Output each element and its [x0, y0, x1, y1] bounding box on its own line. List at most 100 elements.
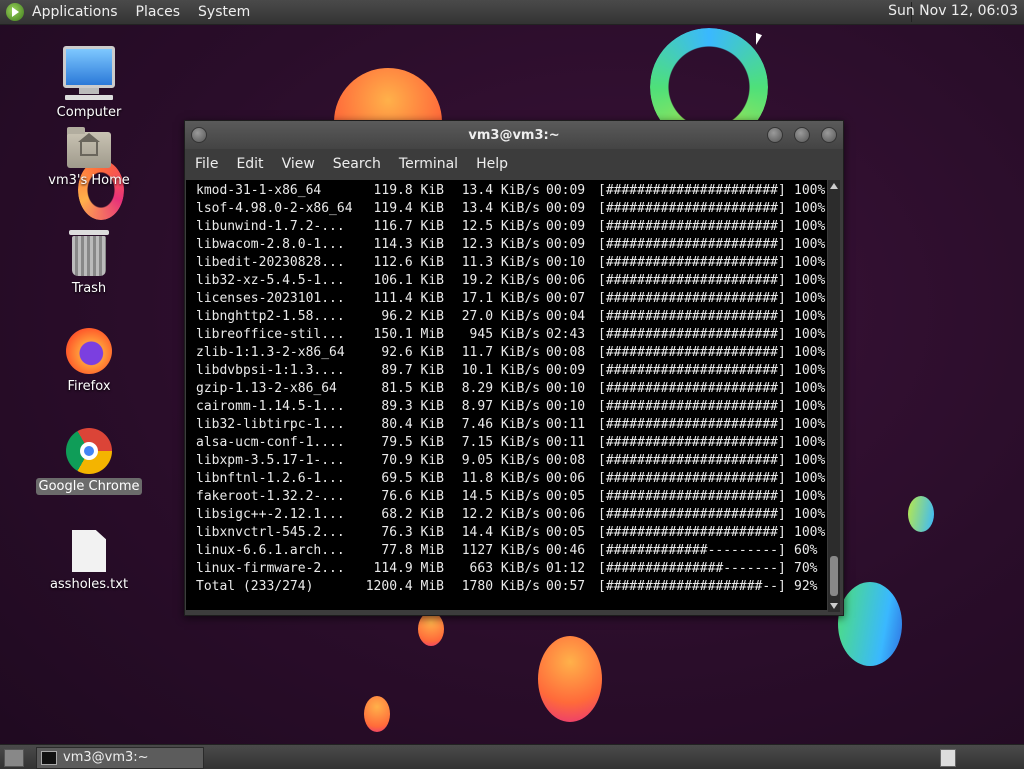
terminal-scrollbar[interactable]	[828, 180, 840, 612]
terminal-name: libedit-20230828...	[196, 255, 345, 270]
terminal-time: 00:07	[546, 291, 586, 306]
terminal-line: linux-6.6.1.arch... 77.8 MiB 1127 KiB/s 00:…	[196, 542, 826, 560]
distro-logo-icon[interactable]	[6, 3, 24, 21]
maximize-button[interactable]	[794, 127, 810, 143]
wallpaper-small-green-oval	[908, 496, 934, 532]
terminal-pct: 70%	[794, 561, 818, 576]
terminal-rate: 14.5 KiB/s	[461, 489, 540, 504]
terminal-rate: 13.4 KiB/s	[461, 183, 540, 198]
terminal-rate: 13.4 KiB/s	[461, 201, 540, 216]
desktop-icon-firefox[interactable]: Firefox	[34, 328, 144, 395]
terminal-rate: 7.15 KiB/s	[461, 435, 540, 450]
terminal-name: libxpm-3.5.17-1-...	[196, 453, 345, 468]
terminal-size: 111.4 KiB	[373, 291, 444, 306]
desktop-icon-chrome[interactable]: Google Chrome	[34, 428, 144, 495]
menu-places[interactable]: Places	[136, 4, 181, 20]
terminal-name: libnftnl-1.2.6-1...	[196, 471, 345, 486]
menu-help[interactable]: Help	[476, 156, 508, 172]
terminal-rate: 19.2 KiB/s	[461, 273, 540, 288]
wallpaper-small-orange-oval	[418, 612, 444, 646]
terminal-bar: [######################]	[598, 435, 786, 450]
menu-search[interactable]: Search	[333, 156, 381, 172]
terminal-size: 1200.4 MiB	[365, 579, 444, 594]
terminal-bar: [######################]	[598, 273, 786, 288]
terminal-line: kmod-31-1-x86_64 119.8 KiB 13.4 KiB/s 00:09…	[196, 182, 826, 200]
desktop-icon-label: Firefox	[67, 379, 111, 394]
minimize-button[interactable]	[767, 127, 783, 143]
scroll-up-arrow-icon[interactable]	[830, 183, 838, 189]
menu-applications[interactable]: Applications	[32, 4, 118, 20]
terminal-line: libedit-20230828... 112.6 KiB 11.3 KiB/s 00…	[196, 254, 826, 272]
terminal-line: libnftnl-1.2.6-1... 69.5 KiB 11.8 KiB/s 00:…	[196, 470, 826, 488]
terminal-titlebar[interactable]: vm3@vm3:~	[185, 121, 843, 149]
terminal-bar: [######################]	[598, 363, 786, 378]
desktop-icon-home[interactable]: vm3's Home	[34, 127, 144, 189]
terminal-time: 00:09	[546, 183, 586, 198]
terminal-name: libreoffice-stil...	[196, 327, 345, 342]
terminal-bar: [######################]	[598, 327, 786, 342]
mouse-cursor-icon	[756, 32, 762, 48]
terminal-bar: [###############-------]	[598, 561, 786, 576]
terminal-name: lib32-xz-5.4.5-1...	[196, 273, 345, 288]
desktop-icon-trash[interactable]: Trash	[34, 230, 144, 297]
terminal-rate: 7.46 KiB/s	[461, 417, 540, 432]
terminal-size: 76.6 KiB	[381, 489, 444, 504]
workspace-switcher[interactable]	[940, 749, 956, 767]
home-folder-icon	[67, 127, 111, 168]
terminal-rate: 12.3 KiB/s	[461, 237, 540, 252]
terminal-line: libxnvctrl-545.2... 76.3 KiB 14.4 KiB/s 00:…	[196, 524, 826, 542]
terminal-size: 96.2 KiB	[381, 309, 444, 324]
terminal-line: libxpm-3.5.17-1-... 70.9 KiB 9.05 KiB/s 00:…	[196, 452, 826, 470]
terminal-bar: [######################]	[598, 183, 786, 198]
terminal-size: 119.4 KiB	[373, 201, 444, 216]
menu-edit[interactable]: Edit	[236, 156, 263, 172]
trash-icon	[69, 230, 109, 276]
terminal-bar: [######################]	[598, 507, 786, 522]
top-panel: Applications Places System Sun Nov 12, 0…	[0, 0, 1024, 25]
desktop-icon-text-file[interactable]: assholes.txt	[34, 530, 144, 593]
terminal-pct: 100%	[794, 525, 826, 540]
terminal-pct: 100%	[794, 453, 826, 468]
terminal-output[interactable]: kmod-31-1-x86_64 119.8 KiB 13.4 KiB/s 00:09…	[186, 180, 827, 610]
desktop-icon-computer[interactable]: Computer	[34, 46, 144, 121]
chrome-icon	[66, 428, 112, 474]
menu-view[interactable]: View	[282, 156, 315, 172]
scrollbar-thumb[interactable]	[830, 556, 838, 596]
terminal-time: 00:06	[546, 507, 586, 522]
terminal-pct: 100%	[794, 417, 826, 432]
terminal-line: libnghttp2-1.58.... 96.2 KiB 27.0 KiB/s 00:…	[196, 308, 826, 326]
close-button[interactable]	[821, 127, 837, 143]
terminal-time: 00:06	[546, 273, 586, 288]
window-title: vm3@vm3:~	[468, 127, 560, 143]
terminal-bar: [######################]	[598, 381, 786, 396]
terminal-time: 00:10	[546, 381, 586, 396]
terminal-name: alsa-ucm-conf-1....	[196, 435, 345, 450]
wallpaper-small-orange-oval-2	[364, 696, 390, 732]
terminal-line: lib32-libtirpc-1... 80.4 KiB 7.46 KiB/s 00:…	[196, 416, 826, 434]
terminal-line: alsa-ucm-conf-1.... 79.5 KiB 7.15 KiB/s 00:…	[196, 434, 826, 452]
terminal-time: 00:09	[546, 237, 586, 252]
menu-terminal[interactable]: Terminal	[399, 156, 458, 172]
terminal-time: 00:09	[546, 201, 586, 216]
desktop-icon-label: assholes.txt	[49, 577, 129, 592]
terminal-name: linux-6.6.1.arch...	[196, 543, 345, 558]
menu-system[interactable]: System	[198, 4, 250, 20]
terminal-line: Total (233/274) 1200.4 MiB 1780 KiB/s 00:57…	[196, 578, 826, 596]
scroll-down-arrow-icon[interactable]	[830, 603, 838, 609]
taskbar-button-terminal[interactable]: vm3@vm3:~	[36, 747, 204, 769]
terminal-bar: [######################]	[598, 489, 786, 504]
window-menu-button[interactable]	[191, 127, 207, 143]
terminal-line: gzip-1.13-2-x86_64 81.5 KiB 8.29 KiB/s 00:1…	[196, 380, 826, 398]
terminal-size: 68.2 KiB	[381, 507, 444, 522]
terminal-bar: [######################]	[598, 471, 786, 486]
terminal-bar: [######################]	[598, 237, 786, 252]
clock[interactable]: Sun Nov 12, 06:03	[888, 3, 1018, 19]
terminal-name: fakeroot-1.32.2-...	[196, 489, 345, 504]
terminal-window[interactable]: vm3@vm3:~ File Edit View Search Terminal…	[184, 120, 844, 616]
terminal-bar: [######################]	[598, 201, 786, 216]
bottom-panel: vm3@vm3:~	[0, 744, 1024, 769]
menu-file[interactable]: File	[195, 156, 218, 172]
terminal-pct: 100%	[794, 255, 826, 270]
show-desktop-icon[interactable]	[4, 749, 24, 767]
terminal-name: libunwind-1.7.2-...	[196, 219, 345, 234]
